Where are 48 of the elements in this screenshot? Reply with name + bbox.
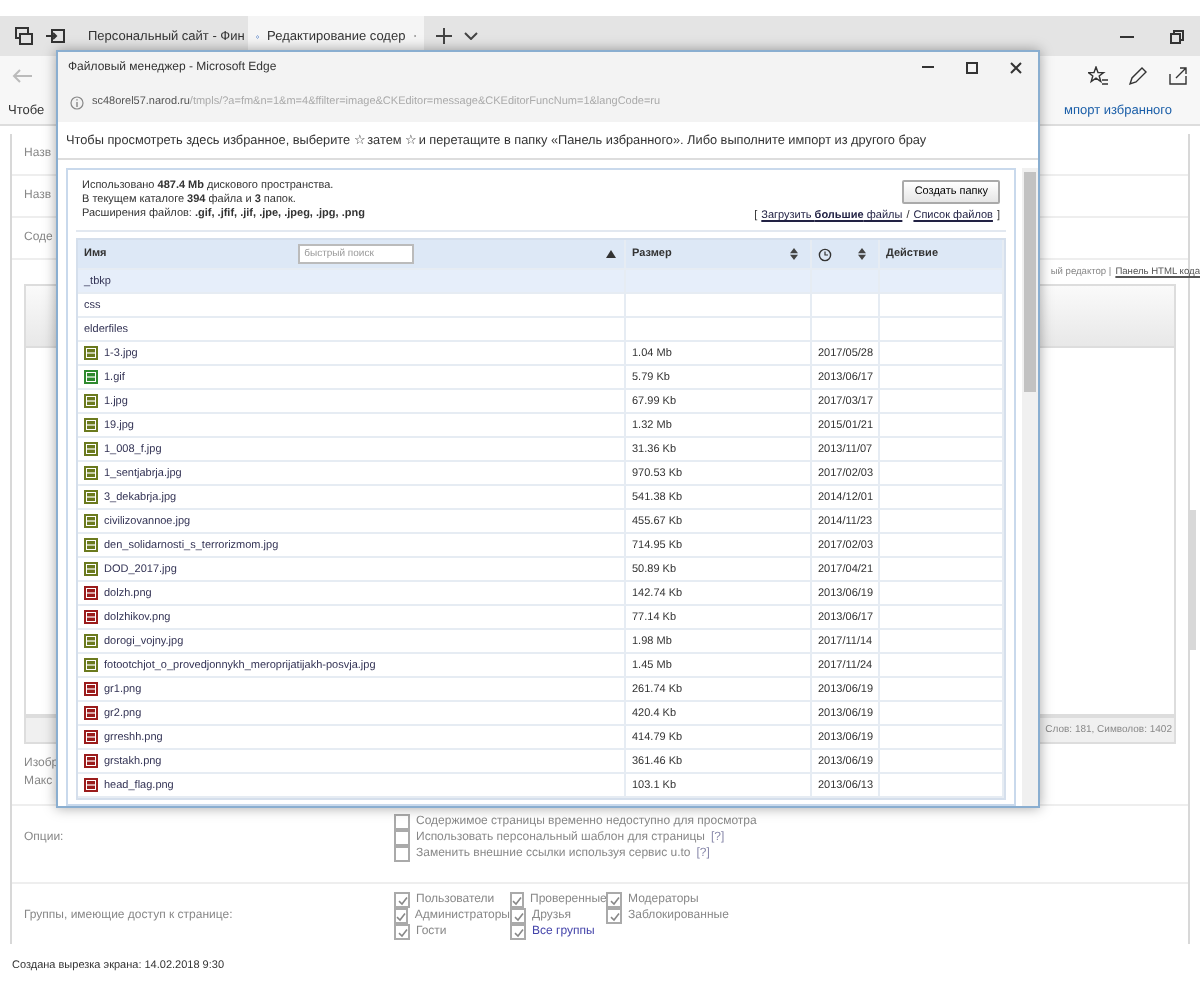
image-file-icon [84, 442, 98, 456]
maximize-icon[interactable] [966, 61, 978, 73]
image-file-icon [84, 754, 98, 768]
clock-icon [818, 247, 832, 261]
image-file-icon [84, 778, 98, 792]
checkbox[interactable] [394, 830, 410, 846]
checkbox[interactable] [606, 892, 622, 908]
favorites-star-icon[interactable] [1088, 66, 1108, 86]
image-file-icon [84, 370, 98, 384]
image-file-icon [84, 466, 98, 480]
checkbox[interactable] [394, 846, 410, 862]
close-icon[interactable] [1010, 61, 1022, 73]
checkbox[interactable] [394, 892, 410, 908]
tabs-aside-icon[interactable] [14, 26, 34, 46]
back-arrow-icon[interactable] [12, 68, 32, 84]
checkbox[interactable] [510, 892, 524, 908]
image-file-icon [84, 514, 98, 528]
image-file-icon [84, 730, 98, 744]
image-file-icon [84, 562, 98, 576]
chevron-down-icon[interactable] [464, 32, 478, 40]
scrollbar-thumb[interactable] [1188, 510, 1196, 650]
checkbox[interactable] [510, 924, 526, 940]
checkbox[interactable] [394, 908, 409, 924]
image-file-icon [84, 586, 98, 600]
image-file-icon [84, 658, 98, 672]
minimize-icon[interactable] [1120, 35, 1134, 37]
checkbox[interactable] [394, 924, 410, 940]
scrollbar-thumb[interactable] [1024, 172, 1036, 392]
new-tab-icon[interactable] [436, 28, 452, 44]
image-file-icon [84, 490, 98, 504]
image-file-icon [84, 538, 98, 552]
image-file-icon [84, 346, 98, 360]
image-file-icon [84, 394, 98, 408]
checkbox[interactable] [510, 908, 526, 924]
checkbox[interactable] [394, 814, 410, 830]
pen-icon[interactable] [1128, 66, 1148, 86]
share-icon[interactable] [1168, 66, 1188, 86]
sort-icon[interactable] [790, 248, 798, 260]
image-file-icon [84, 610, 98, 624]
image-file-icon [84, 418, 98, 432]
image-file-icon [84, 706, 98, 720]
info-icon[interactable] [70, 95, 84, 109]
image-file-icon [84, 634, 98, 648]
restore-icon[interactable] [1170, 29, 1184, 43]
sort-ascending-icon[interactable] [605, 250, 616, 258]
image-file-icon [84, 682, 98, 696]
checkbox[interactable] [606, 908, 622, 924]
sort-icon[interactable] [858, 248, 866, 260]
